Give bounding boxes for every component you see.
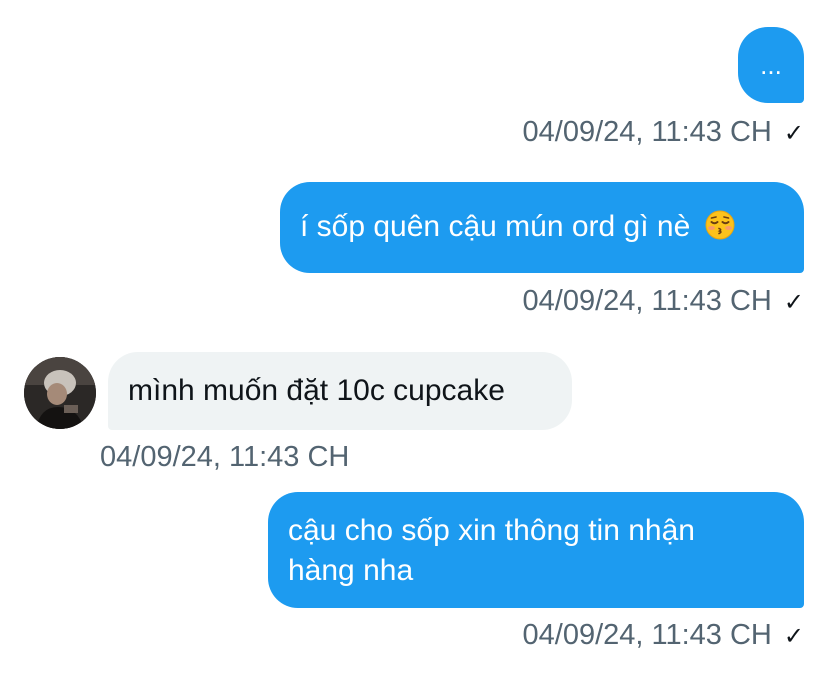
message-bubble-sent[interactable]: ... bbox=[738, 27, 804, 103]
message-meta: 04/09/24, 11:43 CH ✓ bbox=[523, 617, 804, 655]
avatar-image bbox=[24, 357, 96, 429]
message-bubble-sent[interactable]: cậu cho sốp xin thông tin nhận hàng nha bbox=[268, 492, 804, 608]
message-meta: 04/09/24, 11:43 CH ✓ bbox=[523, 114, 804, 152]
message-text: ... bbox=[760, 50, 782, 80]
message-timestamp: 04/09/24, 11:43 CH bbox=[522, 285, 772, 317]
message-bubble-sent[interactable]: í sốp quên cậu mún ord gì nè bbox=[280, 182, 804, 273]
kissing-face-with-closed-eyes-emoji bbox=[705, 210, 735, 240]
message-timestamp: 04/09/24, 11:43 CH bbox=[522, 619, 772, 651]
message-timestamp: 04/09/24, 11:43 CH bbox=[522, 116, 772, 148]
message-text-line: cậu cho sốp xin thông tin nhận bbox=[288, 514, 695, 547]
check-icon: ✓ bbox=[783, 623, 804, 650]
check-icon: ✓ bbox=[783, 289, 804, 316]
user-avatar[interactable] bbox=[24, 357, 96, 429]
message-text: í sốp quên cậu mún ord gì nè bbox=[300, 210, 691, 243]
message-text: mình muốn đặt 10c cupcake bbox=[128, 374, 505, 407]
message-text-line: hàng nha bbox=[288, 554, 414, 587]
message-meta: 04/09/24, 11:43 CH ✓ bbox=[523, 283, 804, 321]
check-icon: ✓ bbox=[783, 120, 804, 147]
message-bubble-received[interactable]: mình muốn đặt 10c cupcake bbox=[108, 352, 572, 430]
message-timestamp: 04/09/24, 11:43 CH bbox=[100, 441, 350, 473]
